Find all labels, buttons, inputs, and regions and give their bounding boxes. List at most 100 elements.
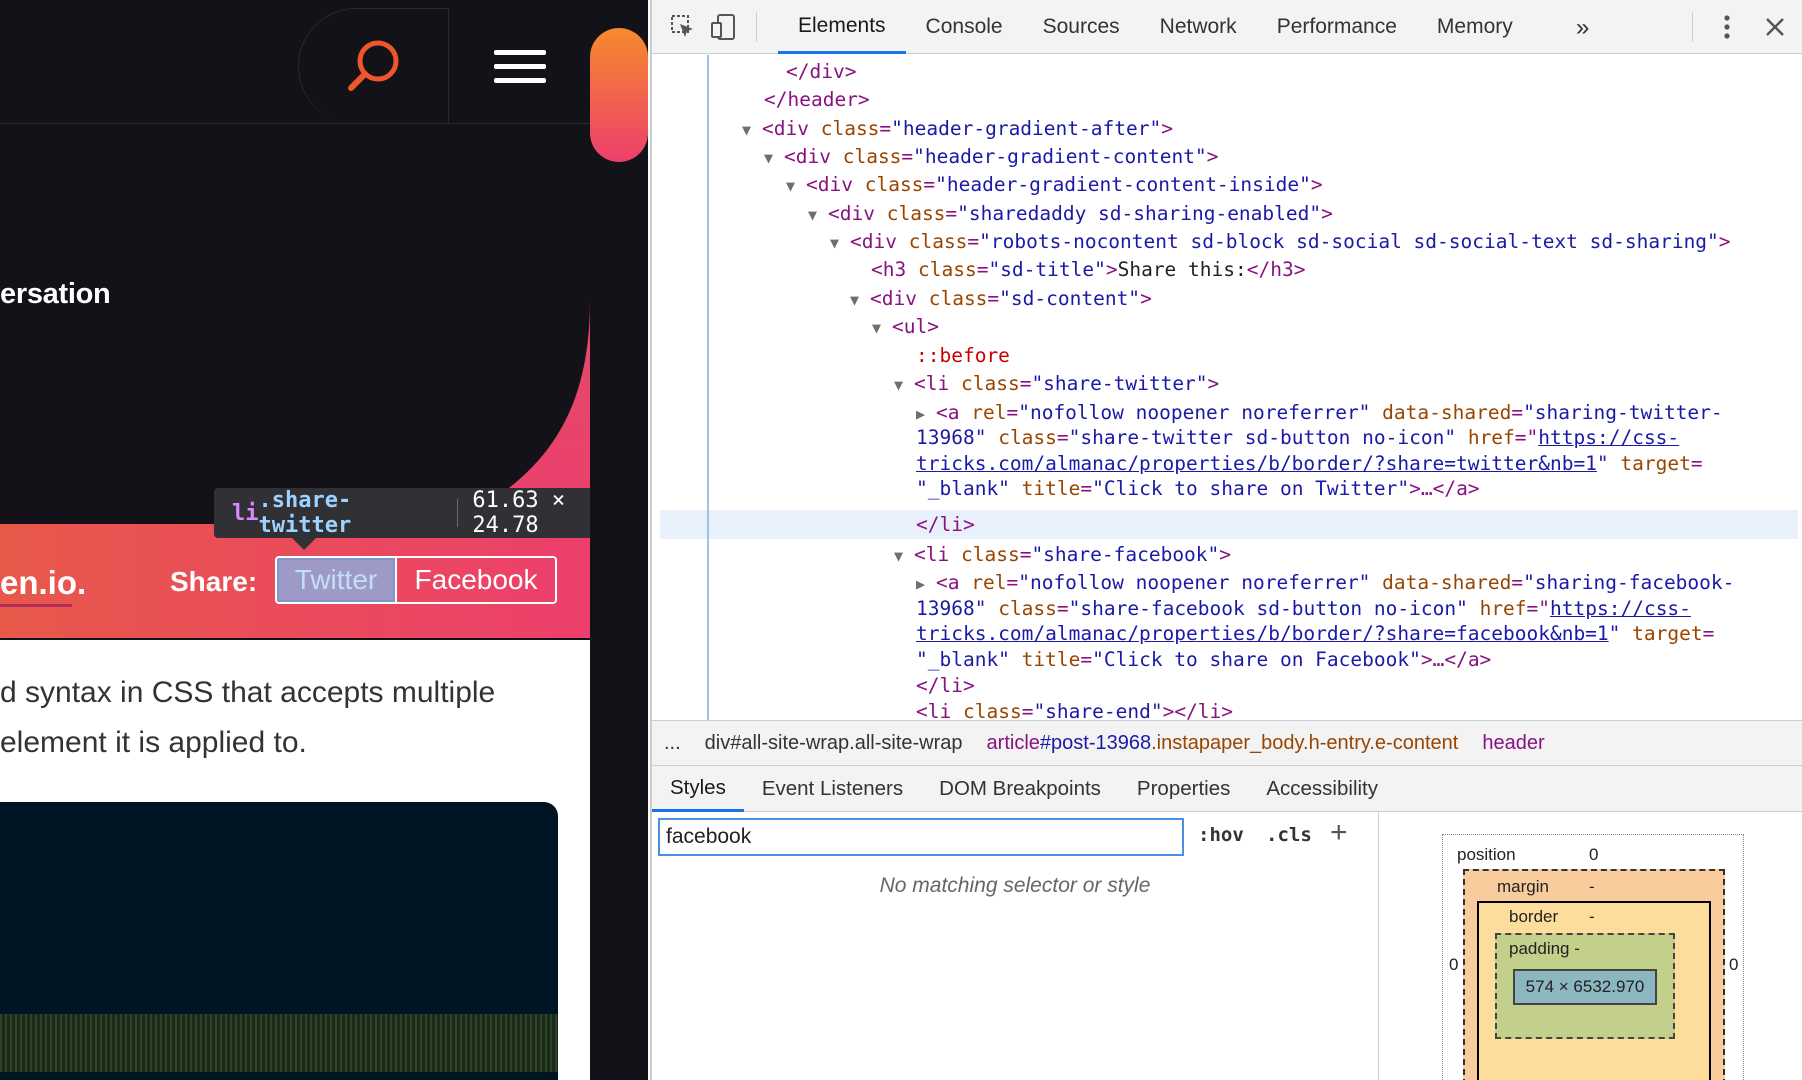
dom-node-continuation: 13968" class="share-twitter sd-button no… xyxy=(916,426,1680,449)
expand-arrow-icon[interactable]: ▼ xyxy=(894,543,914,569)
close-devtools-button[interactable] xyxy=(1758,11,1792,43)
dom-node-selected[interactable]: </li> xyxy=(916,512,975,538)
expand-arrow-icon[interactable]: ▼ xyxy=(850,287,870,313)
tab-dom-breakpoints[interactable]: DOM Breakpoints xyxy=(921,766,1119,812)
position-right-value: 0 xyxy=(1729,955,1739,974)
dom-node[interactable]: </header> xyxy=(764,87,870,113)
dom-node[interactable]: ▶ <a rel="nofollow noopener noreferrer" d… xyxy=(916,400,1723,427)
box-model-padding: padding - 574 × 6532.970 xyxy=(1495,933,1675,1039)
device-mode-icon xyxy=(711,14,735,40)
tooltip-separator xyxy=(457,499,459,527)
dom-node[interactable]: ▼ <div class="robots-nocontent sd-block s… xyxy=(830,229,1731,256)
tab-event-listeners[interactable]: Event Listeners xyxy=(744,766,921,812)
border-value: - xyxy=(1589,907,1595,926)
dom-node[interactable]: ▼ <div class="sd-content"> xyxy=(850,286,1152,313)
dom-node-continuation: 13968" class="share-facebook sd-button n… xyxy=(916,597,1691,620)
box-model-position: position 0 0 0 margin - border - - paddi… xyxy=(1442,834,1744,1080)
collapse-arrow-icon[interactable]: ▶ xyxy=(916,571,936,597)
new-style-rule-button[interactable]: + xyxy=(1330,816,1348,850)
tab-styles[interactable]: Styles xyxy=(652,766,744,812)
href-link[interactable]: tricks.com/almanac/properties/b/border/?… xyxy=(916,452,1597,475)
share-label: Share: xyxy=(170,566,258,597)
expand-arrow-icon[interactable]: ▼ xyxy=(808,202,828,228)
webpage-viewport: ersation en.io. Share: Twitter Facebook … xyxy=(0,0,648,1080)
page-scrollbar-track[interactable] xyxy=(590,0,648,1080)
tab-properties[interactable]: Properties xyxy=(1119,766,1248,812)
tab-performance[interactable]: Performance xyxy=(1257,0,1417,54)
border-bottom-value: - xyxy=(1589,1071,1595,1080)
expand-arrow-icon[interactable]: ▼ xyxy=(872,315,892,341)
tab-accessibility[interactable]: Accessibility xyxy=(1248,766,1396,812)
dom-node[interactable]: <li class="share-end"></li> xyxy=(916,699,1233,720)
dom-node[interactable]: ▼ <li class="share-facebook"> xyxy=(894,542,1231,569)
position-value: 0 xyxy=(1589,845,1599,864)
tab-network[interactable]: Network xyxy=(1140,0,1257,54)
collapse-arrow-icon[interactable]: ▶ xyxy=(916,401,936,427)
dom-node[interactable]: ▼ <div class="header-gradient-after"> xyxy=(742,116,1173,143)
share-brand-text[interactable]: en.io. xyxy=(0,564,86,602)
more-tabs-button[interactable]: » xyxy=(1576,14,1589,42)
sidebar-tabs: Styles Event Listeners DOM Breakpoints P… xyxy=(652,766,1802,812)
dom-node[interactable]: ▼ <ul> xyxy=(872,314,939,341)
hover-state-toggle[interactable]: :hov xyxy=(1198,824,1244,846)
dom-node-continuation: "_blank" title="Click to share on Twitte… xyxy=(916,477,1480,500)
search-icon xyxy=(347,40,398,91)
page-scrollbar-thumb[interactable] xyxy=(590,28,648,162)
tooltip-arrow xyxy=(290,536,318,550)
no-match-message: No matching selector or style xyxy=(879,874,1151,897)
dom-node-continuation: tricks.com/almanac/properties/b/border/?… xyxy=(916,622,1715,645)
box-model-border: border - - padding - 574 × 6532.970 xyxy=(1477,901,1711,1080)
breadcrumb-ellipsis[interactable]: ... xyxy=(652,732,693,755)
href-link[interactable]: tricks.com/almanac/properties/b/border/?… xyxy=(916,622,1609,645)
tab-memory[interactable]: Memory xyxy=(1417,0,1533,54)
hamburger-icon xyxy=(493,41,546,92)
search-button[interactable] xyxy=(298,8,448,124)
dom-node[interactable]: ▼ <li class="share-twitter"> xyxy=(894,371,1219,398)
dom-tree-gutter xyxy=(707,55,709,720)
dom-node[interactable]: ▼ <div class="sharedaddy sd-sharing-enabl… xyxy=(808,201,1333,228)
toolbar-divider xyxy=(756,12,757,42)
position-left-value: 0 xyxy=(1449,955,1459,974)
kebab-menu-icon xyxy=(1724,15,1730,39)
class-toggle[interactable]: .cls xyxy=(1266,824,1312,846)
dom-node-continuation: "_blank" title="Click to share on Facebo… xyxy=(916,648,1492,671)
share-twitter-button[interactable]: Twitter xyxy=(275,556,397,604)
breadcrumb-item[interactable]: header xyxy=(1470,732,1556,755)
dom-node[interactable]: ▼ <div class="header-gradient-content-ins… xyxy=(786,172,1323,199)
article-line: element it is applied to. xyxy=(0,726,307,759)
dom-node[interactable]: </li> xyxy=(916,673,975,699)
box-model-content[interactable]: 574 × 6532.970 xyxy=(1513,969,1657,1005)
border-label: border xyxy=(1509,907,1559,926)
devtools-menu-button[interactable] xyxy=(1710,11,1744,43)
tab-console[interactable]: Console xyxy=(906,0,1023,54)
styles-filter-input[interactable] xyxy=(658,818,1184,856)
menu-button[interactable] xyxy=(448,8,590,124)
expand-arrow-icon[interactable]: ▼ xyxy=(742,117,762,143)
position-label: position xyxy=(1457,845,1516,864)
tooltip-class: .share-twitter xyxy=(258,488,352,538)
pane-divider[interactable] xyxy=(1378,812,1379,1080)
dom-node[interactable]: ▼ <div class="header-gradient-content"> xyxy=(764,144,1218,171)
expand-arrow-icon[interactable]: ▼ xyxy=(786,173,806,199)
dom-node[interactable]: </div> xyxy=(786,59,856,85)
share-facebook-button[interactable]: Facebook xyxy=(397,556,557,604)
expand-arrow-icon[interactable]: ▼ xyxy=(894,372,914,398)
tab-elements[interactable]: Elements xyxy=(778,0,906,54)
breadcrumb-item[interactable]: div#all-site-wrap.all-site-wrap xyxy=(693,732,975,755)
href-link[interactable]: https://css- xyxy=(1538,426,1679,449)
expand-arrow-icon[interactable]: ▼ xyxy=(764,145,784,171)
tab-sources[interactable]: Sources xyxy=(1023,0,1140,54)
dom-node[interactable]: ▶ <a rel="nofollow noopener noreferrer" d… xyxy=(916,570,1734,597)
expand-arrow-icon[interactable]: ▼ xyxy=(830,230,850,256)
breadcrumb-item[interactable]: article#post-13968.instapaper_body.h-ent… xyxy=(975,732,1471,755)
styles-filter-row: :hov .cls + xyxy=(652,812,1378,858)
inspect-element-button[interactable] xyxy=(666,11,700,43)
inspect-tooltip: li .share-twitter 61.63 × 24.78 xyxy=(214,488,644,538)
code-demo-stripe xyxy=(0,1014,558,1072)
selected-node-highlight xyxy=(660,510,1798,539)
device-toolbar-button[interactable] xyxy=(706,11,740,43)
code-demo-block xyxy=(0,802,558,1080)
href-link[interactable]: https://css- xyxy=(1550,597,1691,620)
dom-node[interactable]: <h3 class="sd-title">Share this:</h3> xyxy=(871,257,1305,283)
dom-node-pseudo[interactable]: ::before xyxy=(916,343,1010,369)
